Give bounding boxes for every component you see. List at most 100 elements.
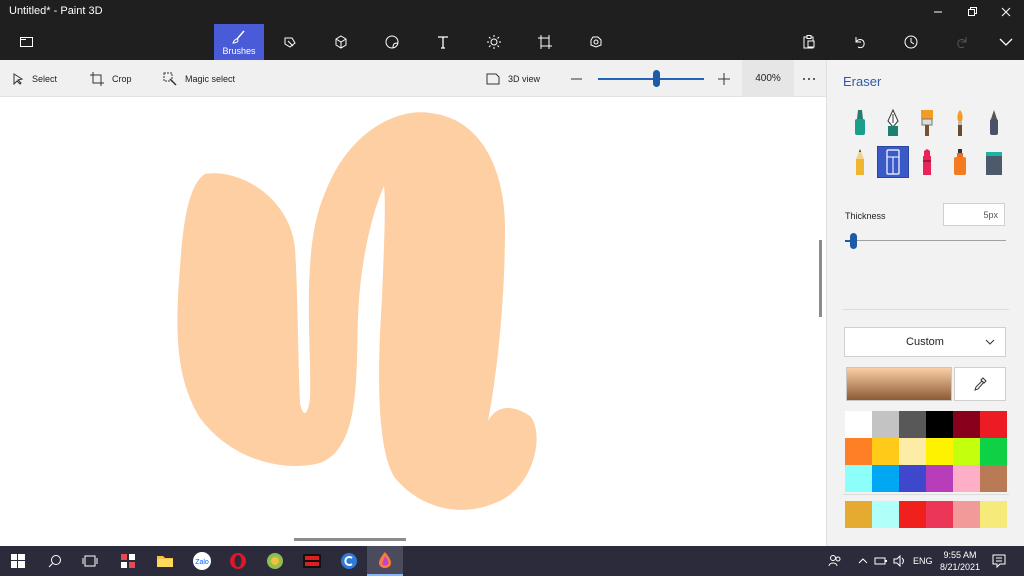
redo-button[interactable] [937, 24, 987, 60]
brush-pencil[interactable] [845, 147, 875, 177]
palette-color-swatch[interactable] [953, 411, 980, 438]
palette-color-swatch[interactable] [980, 411, 1007, 438]
vertical-scrollbar[interactable] [819, 240, 822, 317]
thickness-input[interactable]: 5px [943, 203, 1005, 226]
history-button[interactable] [886, 24, 936, 60]
app-icon-2 [267, 553, 283, 569]
tab-effects[interactable] [469, 24, 519, 60]
brush-pixel-pen[interactable] [979, 108, 1009, 138]
palette-color-swatch[interactable] [926, 465, 953, 492]
search-button[interactable] [37, 546, 73, 576]
windows-icon [11, 554, 25, 568]
zoom-in-button[interactable] [718, 60, 738, 97]
restore-button[interactable] [955, 0, 989, 24]
more-options-button[interactable] [802, 60, 824, 97]
horizontal-scrollbar[interactable] [294, 538, 406, 541]
battery-button[interactable] [874, 546, 888, 576]
tab-text[interactable] [418, 24, 468, 60]
clock[interactable]: 9:55 AM 8/21/2021 [936, 549, 984, 573]
palette-color-swatch[interactable] [845, 465, 872, 492]
undo-button[interactable] [835, 24, 885, 60]
palette-color-swatch[interactable] [980, 438, 1007, 465]
taskbar-paint3d[interactable] [367, 546, 403, 576]
taskbar-app-1[interactable] [110, 546, 146, 576]
palette-color-swatch[interactable] [926, 501, 953, 528]
drawing-canvas[interactable] [0, 98, 826, 546]
thickness-slider-thumb[interactable] [850, 233, 858, 249]
palette-color-swatch[interactable] [926, 438, 953, 465]
3d-view-button[interactable]: 3D view [486, 60, 540, 97]
brush-calligraphy-pen[interactable] [878, 108, 908, 138]
palette-color-swatch[interactable] [980, 501, 1007, 528]
palette-color-swatch[interactable] [899, 501, 926, 528]
window-title: Untitled* - Paint 3D [9, 5, 103, 17]
close-button[interactable] [989, 0, 1023, 24]
palette-color-swatch[interactable] [953, 438, 980, 465]
oil-brush-icon [921, 110, 933, 136]
brush-oil[interactable] [912, 108, 942, 138]
thickness-slider-track[interactable] [849, 240, 1006, 241]
palette-color-swatch[interactable] [953, 501, 980, 528]
tab-canvas[interactable] [520, 24, 570, 60]
palette-color-swatch[interactable] [845, 501, 872, 528]
start-button[interactable] [0, 546, 36, 576]
taskbar-app-3[interactable] [294, 546, 330, 576]
menu-button[interactable] [2, 24, 52, 60]
minimize-button[interactable] [921, 0, 955, 24]
palette-color-swatch[interactable] [845, 411, 872, 438]
taskbar-opera[interactable] [220, 546, 256, 576]
select-button[interactable]: Select [12, 60, 57, 97]
zoom-out-button[interactable] [571, 60, 591, 97]
show-hidden-icons-button[interactable] [858, 546, 868, 576]
cursor-icon [13, 72, 24, 85]
expand-ribbon-button[interactable] [981, 24, 1024, 60]
palette-color-swatch[interactable] [872, 465, 899, 492]
brush-fill[interactable] [979, 147, 1009, 177]
taskbar-file-explorer[interactable] [147, 546, 183, 576]
magic-select-button[interactable]: Magic select [163, 60, 235, 97]
volume-button[interactable] [893, 546, 907, 576]
zoom-value[interactable]: 400% [742, 60, 794, 97]
palette-color-swatch[interactable] [926, 411, 953, 438]
color-mode-dropdown[interactable]: Custom [844, 327, 1006, 357]
task-view-button[interactable] [72, 546, 108, 576]
taskbar-app-2[interactable] [257, 546, 293, 576]
language-indicator[interactable]: ENG [913, 546, 933, 576]
current-color-swatch[interactable] [846, 367, 952, 401]
zoom-slider-thumb[interactable] [653, 70, 661, 87]
brush-spray-can[interactable] [945, 147, 975, 177]
tab-stickers[interactable] [367, 24, 417, 60]
palette-color-swatch[interactable] [872, 438, 899, 465]
brush-marker[interactable] [845, 108, 875, 138]
app-icon-3 [303, 554, 321, 568]
brush-crayon[interactable] [912, 147, 942, 177]
palette-color-swatch[interactable] [845, 438, 872, 465]
eraser-icon [886, 149, 900, 175]
notifications-button[interactable] [992, 546, 1006, 576]
spray-can-icon [954, 149, 966, 175]
palette-color-swatch[interactable] [980, 465, 1007, 492]
eyedropper-button[interactable] [954, 367, 1006, 401]
clock-time: 9:55 AM [943, 550, 977, 560]
tab-3d-shapes[interactable] [316, 24, 366, 60]
palette-color-swatch[interactable] [872, 411, 899, 438]
tab-brushes[interactable]: Brushes [214, 24, 264, 60]
zoom-slider-track[interactable] [598, 78, 704, 80]
brush-eraser[interactable] [877, 146, 909, 178]
palette-color-swatch[interactable] [953, 465, 980, 492]
paste-button[interactable] [784, 24, 834, 60]
taskbar-app-4[interactable] [331, 546, 367, 576]
palette-color-swatch[interactable] [899, 438, 926, 465]
people-button[interactable] [828, 546, 842, 576]
palette-color-swatch[interactable] [899, 465, 926, 492]
crop-button[interactable]: Crop [90, 60, 132, 97]
tab-3d-library[interactable] [571, 24, 621, 60]
pixel-pen-icon [990, 110, 998, 135]
palette-color-swatch[interactable] [899, 411, 926, 438]
tab-2d-shapes[interactable] [265, 24, 315, 60]
plus-icon [718, 72, 730, 85]
brush-watercolor[interactable] [945, 108, 975, 138]
taskbar-zalo[interactable]: Zalo [184, 546, 220, 576]
title-bar: Untitled* - Paint 3D [0, 0, 1024, 24]
palette-color-swatch[interactable] [872, 501, 899, 528]
